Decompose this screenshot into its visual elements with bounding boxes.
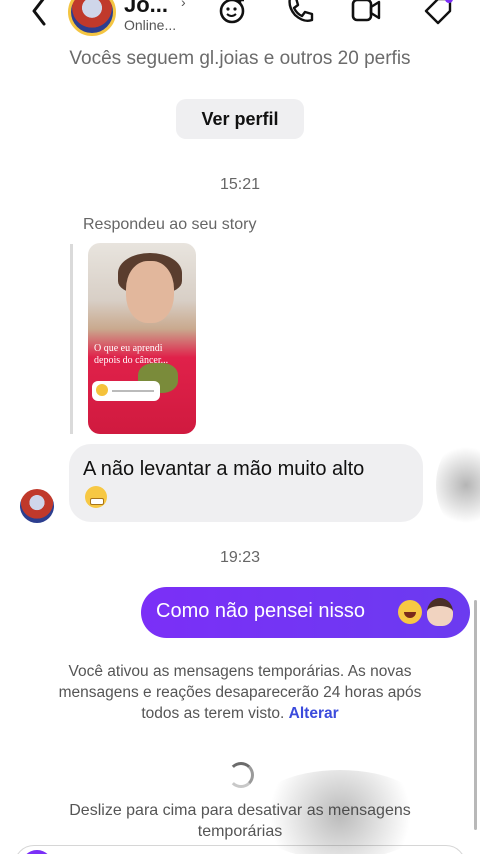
facepalm-emoji-icon — [427, 598, 453, 626]
video-icon[interactable] — [350, 0, 382, 26]
outgoing-message-bubble[interactable]: Como não pensei nisso — [141, 587, 470, 638]
message-timestamp-2: 19:23 — [219, 549, 261, 566]
story-person-face — [126, 261, 174, 323]
grinning-face-emoji-icon — [85, 486, 107, 508]
story-chip-line — [112, 390, 154, 392]
change-link[interactable]: Alterar — [289, 705, 339, 722]
incoming-message-bubble[interactable]: A não levantar a mão muito alto — [69, 444, 423, 522]
camera-icon[interactable] — [21, 850, 53, 854]
temporary-messages-notice: Você ativou as mensagens temporárias. As… — [48, 661, 432, 724]
incoming-message-text: A não levantar a mão muito alto — [83, 458, 365, 480]
contact-avatar[interactable] — [68, 0, 116, 36]
contact-status: Online... — [124, 17, 177, 33]
tag-icon[interactable] — [422, 0, 454, 26]
story-thumbnail[interactable]: O que eu aprendi depois do câncer... — [88, 243, 196, 434]
loading-spinner-icon — [228, 762, 254, 788]
contact-name-chevron-icon[interactable]: › — [181, 0, 186, 10]
chat-header: Jo... › Online... — [0, 0, 480, 44]
laughing-tears-emoji-icon — [398, 600, 422, 624]
phone-icon[interactable] — [284, 0, 316, 26]
overlay-blur — [436, 440, 480, 530]
sticker-icon[interactable] — [218, 0, 250, 26]
story-reaction-chip — [92, 381, 160, 401]
back-chevron-icon[interactable] — [26, 0, 54, 28]
scrollbar[interactable] — [474, 600, 477, 830]
story-reply-label: Respondeu ao seu story — [83, 216, 257, 233]
mutual-followers-text: Vocês seguem gl.joias e outros 20 perfis — [69, 48, 411, 69]
overlay-blur-2 — [250, 770, 430, 854]
notice-text: Você ativou as mensagens temporárias. As… — [58, 663, 422, 722]
message-timestamp: 15:21 — [219, 176, 261, 193]
story-emoji-icon — [96, 384, 108, 396]
story-caption: O que eu aprendi depois do câncer... — [94, 343, 169, 366]
outgoing-message-text: Como não pensei nisso — [156, 600, 366, 622]
contact-name[interactable]: Jo... — [124, 0, 168, 18]
view-profile-button[interactable]: Ver perfil — [176, 99, 304, 139]
reply-indicator-bar — [70, 244, 73, 434]
sender-avatar[interactable] — [20, 489, 54, 523]
